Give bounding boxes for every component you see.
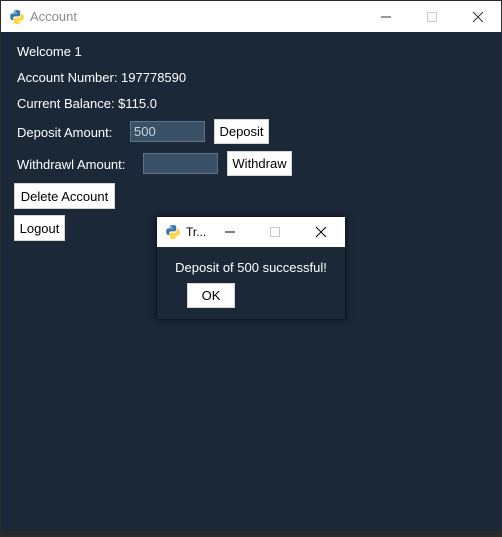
maximize-button[interactable] [409,1,455,32]
minimize-icon [224,231,235,233]
title-bar[interactable]: Account [1,1,501,32]
ok-button[interactable]: OK [187,283,235,308]
window-bottom-edge [1,531,501,536]
logout-button[interactable]: Logout [14,215,65,241]
withdraw-button[interactable]: Withdraw [227,151,292,176]
withdraw-amount-input[interactable] [143,153,218,174]
dialog-minimize-button[interactable] [207,217,252,247]
close-icon [472,11,484,22]
message-dialog: Tr... Deposit of 500 successful! OK [156,216,346,320]
account-number-label: Account Number: 197778590 [17,70,187,85]
current-balance-label: Current Balance: $115.0 [17,96,157,111]
deposit-amount-input[interactable] [130,121,205,142]
dialog-maximize-button[interactable] [252,217,297,247]
withdraw-amount-label: Withdrawl Amount: [17,157,126,172]
delete-account-button[interactable]: Delete Account [14,183,115,209]
dialog-close-button[interactable] [298,217,343,247]
maximize-icon [427,11,437,22]
python-icon [9,9,25,25]
minimize-icon [381,16,391,17]
deposit-amount-label: Deposit Amount: [17,125,113,140]
close-button[interactable] [455,1,501,32]
dialog-title-bar[interactable]: Tr... [157,217,345,247]
dialog-message: Deposit of 500 successful! [175,260,327,275]
welcome-label: Welcome 1 [17,44,82,59]
maximize-icon [269,227,280,237]
window-title: Account [30,9,77,24]
deposit-button[interactable]: Deposit [214,119,269,144]
close-icon [315,226,326,238]
python-icon [165,224,181,240]
dialog-title: Tr... [186,225,207,239]
minimize-button[interactable] [363,1,409,32]
